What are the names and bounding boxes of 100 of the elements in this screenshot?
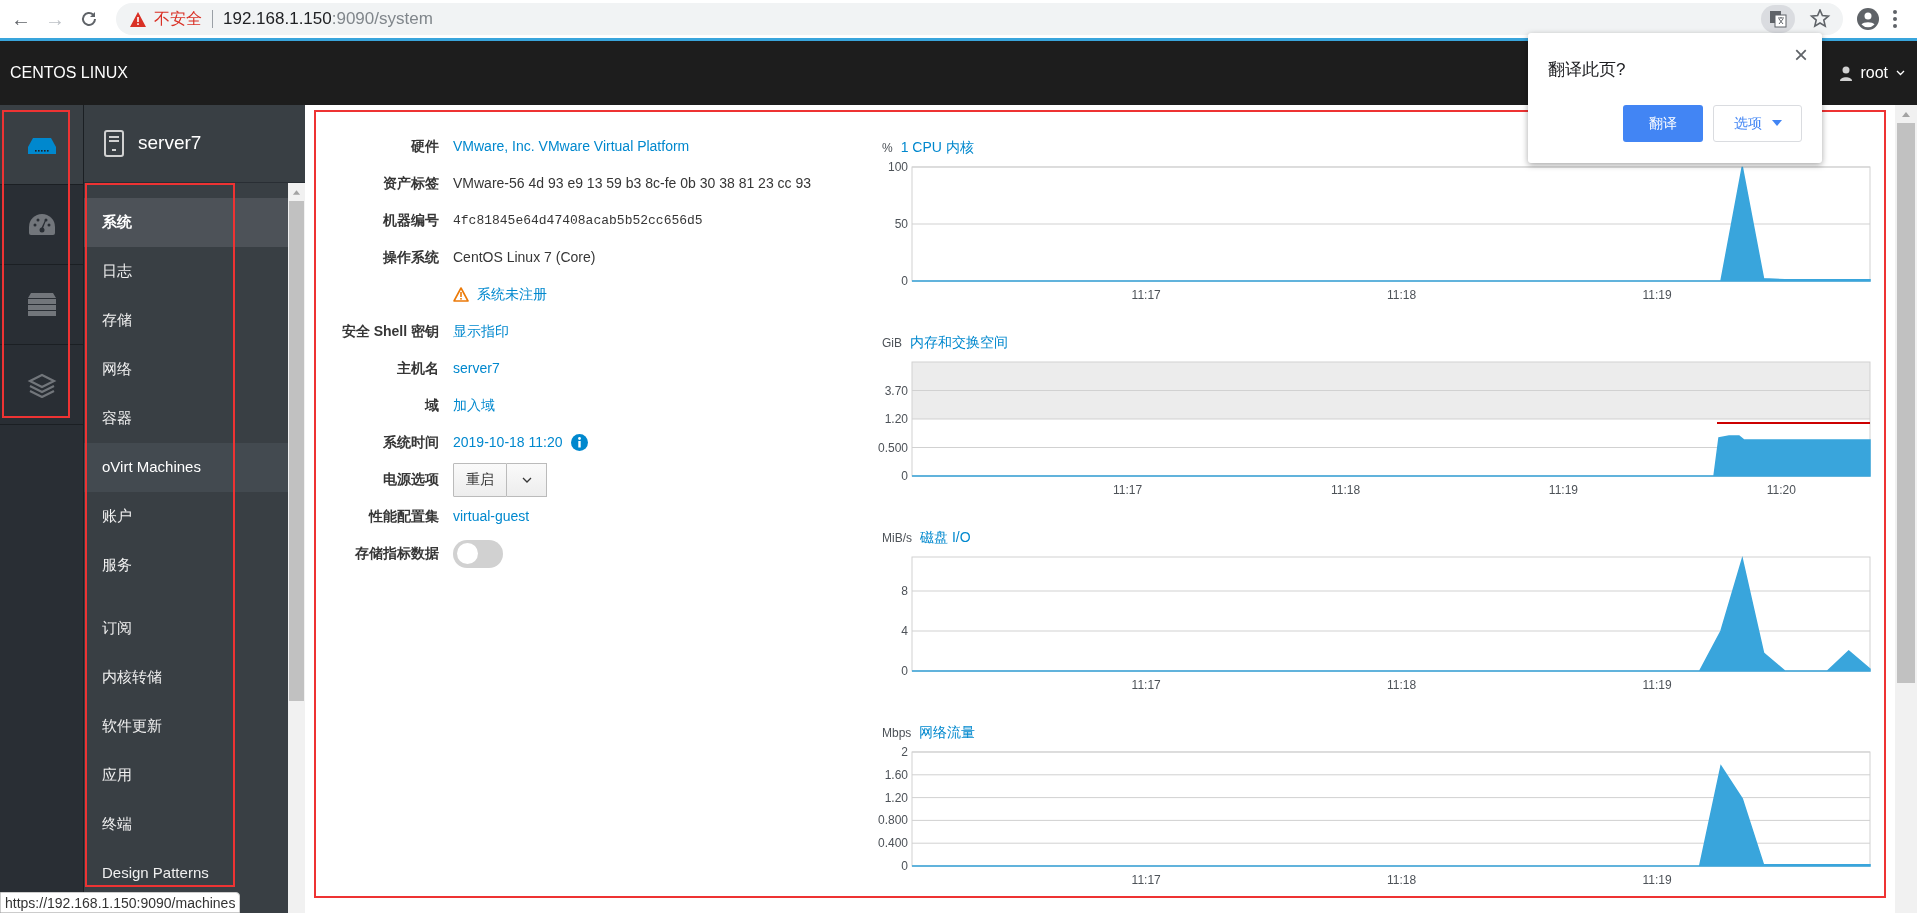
unit-label: GiB xyxy=(882,335,902,352)
unit-label: Mbps xyxy=(882,725,912,742)
toggle-switch[interactable] xyxy=(453,539,503,568)
brand-name: CENTOS LINUX xyxy=(10,63,128,83)
translate-icon[interactable] xyxy=(1761,5,1795,33)
x-tick-label: 11:19 xyxy=(1642,678,1672,692)
chart-title-link[interactable]: 1 CPU 内核 xyxy=(900,137,974,158)
y-tick-label: 1.20 xyxy=(884,412,908,426)
value-text: VMware-56 4d 93 e9 13 59 b3 8c-fe 0b 30 38 81 23 cc 93 xyxy=(453,174,812,193)
warning-icon xyxy=(130,11,146,27)
menu-icon[interactable] xyxy=(1893,10,1897,28)
user-menu[interactable]: root xyxy=(1840,61,1905,85)
x-tick-label: 11:20 xyxy=(1766,483,1796,497)
x-tick-label: 11:18 xyxy=(1330,483,1361,497)
field-label: 硬件 xyxy=(410,137,439,156)
x-tick-label: 11:19 xyxy=(1642,288,1672,302)
reload-icon xyxy=(80,10,98,28)
x-tick-label: 11:18 xyxy=(1387,678,1417,692)
gauge-icon xyxy=(26,211,57,238)
field-label: 电源选项 xyxy=(382,470,439,489)
nav-item[interactable]: oVirt Machines xyxy=(84,443,288,492)
value-link[interactable]: VMware, Inc. VMware Virtual Platform xyxy=(453,136,690,157)
status-url-tooltip: https://192.168.1.150:9090/machines xyxy=(0,892,241,913)
y-tick-label: 0.500 xyxy=(877,440,908,455)
scroll-up-arrow-icon[interactable] xyxy=(1901,111,1911,117)
chart-title-link[interactable]: 内存和交换空间 xyxy=(910,332,1008,353)
address-bar[interactable]: 不安全 192.168.1.150:9090/system xyxy=(116,3,1843,35)
machine-id: 4fc81845e64d47408acab5b52cc656d5 xyxy=(453,211,703,230)
field-label: 机器编号 xyxy=(382,211,439,230)
nav-item[interactable]: 内核转储 xyxy=(84,653,288,702)
y-tick-label: 4 xyxy=(901,624,908,638)
y-tick-label: 1.20 xyxy=(884,790,908,805)
chevron-down-icon xyxy=(1896,70,1905,76)
nav-item[interactable]: 服务 xyxy=(84,541,288,590)
x-tick-label: 11:19 xyxy=(1642,873,1672,887)
scroll-up-arrow-icon[interactable] xyxy=(292,189,301,195)
value-link[interactable]: virtual-guest xyxy=(453,506,530,527)
back-button[interactable]: ← xyxy=(4,4,38,34)
nav-item[interactable]: 应用 xyxy=(84,751,288,800)
chevron-down-icon xyxy=(521,476,532,483)
y-tick-label: 0.400 xyxy=(877,836,908,851)
y-tick-label: 1.60 xyxy=(884,767,908,782)
nav-item[interactable]: 日志 xyxy=(84,247,288,296)
field-label: 安全 Shell 密钥 xyxy=(340,322,439,341)
y-tick-label: 8 xyxy=(901,584,908,598)
chart-title-link[interactable]: 磁盘 I/O xyxy=(920,527,971,548)
field-label: 主机名 xyxy=(396,359,439,378)
url-text: 192.168.1.150:9090/system xyxy=(223,8,433,31)
close-button[interactable]: × xyxy=(1794,43,1808,67)
options-button[interactable]: 选项 xyxy=(1713,104,1802,142)
scrollbar-thumb[interactable] xyxy=(289,201,304,701)
chart-title-link[interactable]: 网络流量 xyxy=(919,722,976,743)
nav-item[interactable]: 终端 xyxy=(84,800,288,849)
security-label: 不安全 xyxy=(154,9,202,29)
y-tick-label: 0 xyxy=(901,274,908,288)
value-link[interactable]: server7 xyxy=(453,358,500,379)
value-link[interactable]: 加入域 xyxy=(453,395,495,416)
field-label: 资产标签 xyxy=(382,174,439,193)
nav-item[interactable]: 容器 xyxy=(84,394,288,443)
server-rack-icon xyxy=(26,291,57,318)
x-tick-label: 11:17 xyxy=(1131,678,1161,692)
y-tick-label: 0 xyxy=(901,664,908,678)
x-tick-label: 11:17 xyxy=(1131,873,1161,887)
x-tick-label: 11:17 xyxy=(1113,483,1143,497)
y-tick-label: 3.70 xyxy=(884,383,908,398)
time-link[interactable]: 2019-10-18 11:20 xyxy=(453,432,563,453)
x-tick-label: 11:17 xyxy=(1131,288,1161,302)
x-tick-label: 11:18 xyxy=(1387,873,1417,887)
value-text: CentOS Linux 7 (Core) xyxy=(453,248,596,267)
x-tick-label: 11:18 xyxy=(1387,288,1417,302)
y-tick-label: 100 xyxy=(887,161,908,174)
field-label: 域 xyxy=(423,396,439,415)
y-tick-label: 0.800 xyxy=(877,813,908,828)
register-link[interactable]: 系统未注册 xyxy=(477,284,547,305)
restart-button[interactable]: 重启 xyxy=(453,462,507,497)
nav-item[interactable]: 存储 xyxy=(84,296,288,345)
field-label: 操作系统 xyxy=(382,248,439,267)
nav-item[interactable]: 软件更新 xyxy=(84,702,288,751)
unit-label: MiB/s xyxy=(882,530,912,547)
info-icon xyxy=(570,434,588,451)
y-tick-label: 50 xyxy=(894,217,908,231)
profile-icon[interactable] xyxy=(1857,8,1879,30)
nav-item[interactable]: 系统 xyxy=(84,198,288,247)
host-name: server7 xyxy=(138,131,202,156)
translate-button[interactable]: 翻译 xyxy=(1623,104,1703,142)
y-tick-label: 0 xyxy=(901,859,908,873)
y-tick-label: 2 xyxy=(901,746,908,759)
scrollbar-thumb[interactable] xyxy=(1897,123,1915,683)
nav-item[interactable]: 订阅 xyxy=(84,604,288,653)
server-icon xyxy=(104,130,124,157)
rail-tab[interactable] xyxy=(0,105,83,185)
nav-item[interactable]: 网络 xyxy=(84,345,288,394)
user-icon xyxy=(1840,65,1853,81)
popup-title: 翻译此页? xyxy=(1548,59,1626,81)
nav-item[interactable]: 账户 xyxy=(84,492,288,541)
dropdown-toggle[interactable] xyxy=(507,462,547,497)
field-label: 系统时间 xyxy=(382,433,439,452)
value-link[interactable]: 显示指印 xyxy=(453,321,509,342)
warning-icon xyxy=(453,287,469,302)
field-label: 性能配置集 xyxy=(367,507,439,526)
